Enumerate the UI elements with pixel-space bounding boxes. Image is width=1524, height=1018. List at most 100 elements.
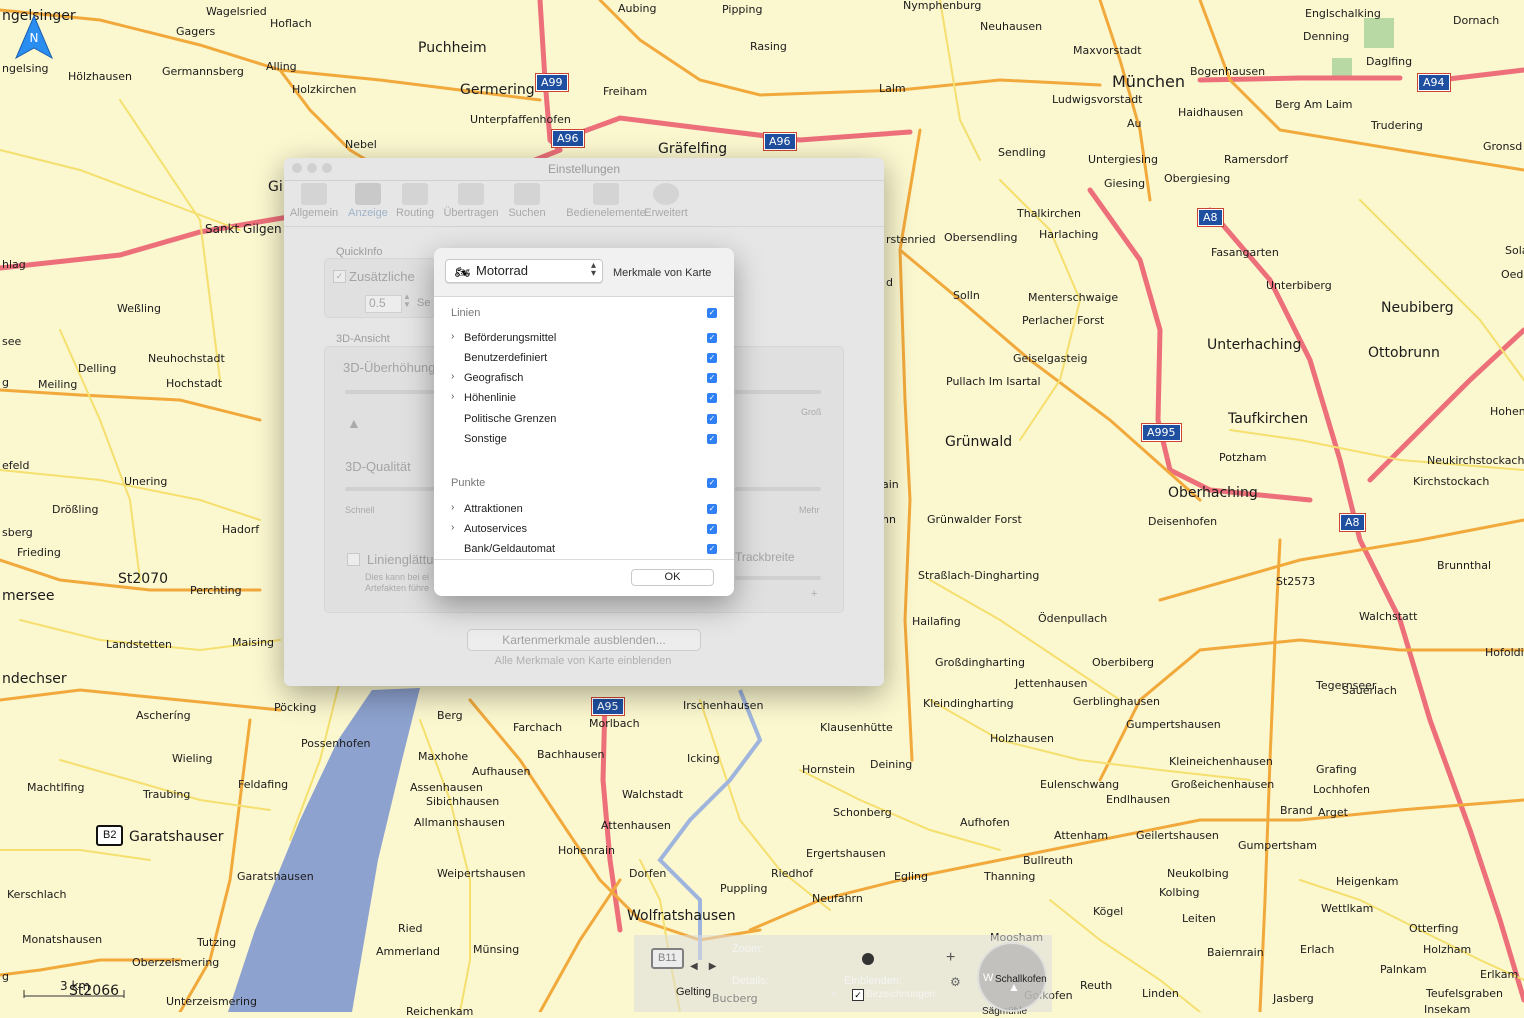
stepper-icon[interactable]: ▲ ▼ — [403, 293, 411, 309]
place-label: d — [886, 276, 893, 289]
feature-row[interactable]: › Beförderungsmittel ✓ — [434, 328, 734, 348]
place-label: Berg Am Laim — [1275, 98, 1353, 111]
controls-icon — [593, 183, 619, 205]
feature-row[interactable]: Benutzerdefiniert ✓ — [434, 348, 734, 368]
quality-max-label: Mehr — [799, 505, 820, 515]
place-label: Lochhofen — [1313, 783, 1370, 796]
place-label: mersee — [2, 588, 55, 604]
disclosure-chevron-icon[interactable]: › — [451, 331, 454, 342]
disclosure-chevron-icon[interactable]: › — [451, 522, 454, 533]
place-label: Oberzeismering — [132, 956, 220, 969]
feature-row[interactable]: Sonstige ✓ — [434, 429, 734, 449]
disclosure-chevron-icon[interactable]: › — [451, 371, 454, 382]
compass-control[interactable]: W Schallkofen ▲ — [977, 942, 1047, 1012]
quality-min-label: Schnell — [345, 505, 375, 515]
feature-row[interactable]: › Geografisch ✓ — [434, 368, 734, 388]
names-checkbox[interactable]: ✓ — [852, 989, 864, 1001]
feature-row[interactable]: › Attraktionen ✓ — [434, 499, 734, 519]
north-arrow-icon[interactable]: N — [14, 14, 54, 65]
profile-select[interactable]: 🏍 Motorrad ▴ ▾ — [445, 259, 603, 283]
feature-checkbox[interactable]: ✓ — [707, 434, 717, 444]
overhead-slider[interactable] — [345, 390, 435, 394]
quickinfo-delay-input[interactable]: 0.5 — [365, 295, 402, 313]
feature-checkbox[interactable]: ✓ — [707, 478, 717, 488]
place-label: Otterfing — [1409, 922, 1459, 935]
ok-button[interactable]: OK — [631, 569, 714, 586]
place-label: Geiselgasteig — [1013, 352, 1088, 365]
trackwidth-slider[interactable] — [735, 576, 821, 580]
feature-checkbox[interactable]: ✓ — [707, 524, 717, 534]
feature-row[interactable]: Politische Grenzen ✓ — [434, 409, 734, 429]
plus-small-icon[interactable]: + — [830, 987, 837, 1001]
settings-toolbar: Allgemein Anzeige Routing Übertragen Suc… — [284, 180, 884, 227]
zoom-in-icon[interactable]: + — [946, 949, 955, 967]
feature-group-row[interactable]: Punkte ✓ — [434, 473, 734, 493]
place-label: Assenhausen — [410, 781, 483, 794]
place-label: Neuhausen — [980, 20, 1043, 33]
overhead-label: 3D-Überhöhung — [343, 360, 436, 375]
place-label: Possenhofen — [301, 737, 371, 750]
feature-checkbox[interactable]: ✓ — [707, 414, 717, 424]
place-label: Alling — [266, 60, 297, 73]
gear-small-icon[interactable]: ⚙ — [950, 975, 961, 989]
feature-label: Linien — [451, 307, 481, 319]
compass-west: W — [983, 972, 994, 984]
place-label: Weßling — [117, 302, 161, 315]
place-label: Erlach — [1300, 943, 1335, 956]
feature-row[interactable]: › Autoservices ✓ — [434, 519, 734, 539]
zoom-slider-knob[interactable] — [862, 953, 874, 965]
tab-controls[interactable]: Bedienelemente — [566, 180, 646, 219]
place-label: Pullach Im Isartal — [946, 375, 1041, 388]
place-label: Palnkam — [1380, 963, 1427, 976]
place-label: Oberbiberg — [1092, 656, 1155, 669]
feature-checkbox[interactable]: ✓ — [707, 333, 717, 343]
pan-arrows-icon[interactable]: ◀ ▶ — [690, 961, 717, 972]
view3d-section: 3D-Ansicht — [336, 333, 390, 345]
settings-title: Einstellungen — [547, 162, 621, 176]
feature-group-row[interactable]: Linien ✓ — [434, 303, 734, 323]
place-label: Großeichenhausen — [1171, 778, 1275, 791]
feature-row[interactable]: Bank/Geldautomat ✓ — [434, 539, 734, 557]
mountain-icon: ▲ — [347, 415, 361, 431]
quickinfo-checkbox[interactable]: ✓ — [333, 270, 346, 283]
place-label: Bogenhausen — [1190, 65, 1266, 78]
place-label: Jettenhausen — [1015, 677, 1088, 690]
place-label: Traubing — [143, 788, 191, 801]
feature-checkbox[interactable]: ✓ — [707, 504, 717, 514]
feature-checkbox[interactable]: ✓ — [707, 393, 717, 403]
place-label: Garatshauser — [129, 829, 224, 845]
show-all-link[interactable]: Alle Merkmale von Karte einblenden — [467, 655, 699, 667]
place-label: Machtlfing — [27, 781, 85, 794]
place-label: Ammerland — [376, 945, 440, 958]
tab-routing[interactable]: Routing — [385, 180, 445, 219]
tab-general[interactable]: Allgemein — [284, 180, 344, 219]
tab-search[interactable]: Suchen — [497, 180, 557, 219]
feature-list[interactable]: Linien ✓ › Beförderungsmittel ✓ Benutzerdefin… — [434, 297, 734, 557]
place-label: Bullreuth — [1023, 854, 1073, 867]
place-label: efeld — [2, 459, 30, 472]
place-label: Denning — [1303, 30, 1350, 43]
place-label: Lalm — [879, 82, 906, 95]
tab-transfer[interactable]: Übertragen — [441, 180, 501, 219]
plus-icon: + — [811, 588, 818, 600]
feature-checkbox[interactable]: ✓ — [707, 373, 717, 383]
smoothing-checkbox[interactable] — [347, 553, 360, 566]
feature-checkbox[interactable]: ✓ — [707, 544, 717, 554]
place-label: Obersendling — [944, 231, 1018, 244]
dialog-header: 🏍 Motorrad ▴ ▾ Merkmale von Karte — [434, 248, 734, 297]
feature-checkbox[interactable]: ✓ — [707, 308, 717, 318]
general-icon — [301, 183, 327, 205]
place-label: Klausenhütte — [820, 721, 893, 734]
feature-row[interactable]: › Höhenlinie ✓ — [434, 388, 734, 408]
place-label: Sendling — [998, 146, 1046, 159]
disclosure-chevron-icon[interactable]: › — [451, 391, 454, 402]
quality-slider[interactable] — [345, 487, 435, 491]
dialog-header-label: Merkmale von Karte — [613, 267, 712, 279]
tab-advanced[interactable]: Erweitert — [636, 180, 696, 219]
disclosure-chevron-icon[interactable]: › — [451, 502, 454, 513]
place-label: Aufhausen — [472, 765, 531, 778]
smoothing-note-1: Dies kann bei ei — [365, 572, 430, 582]
hide-features-button[interactable]: Kartenmerkmale ausblenden... — [467, 629, 701, 651]
feature-checkbox[interactable]: ✓ — [707, 353, 717, 363]
place-label: St2573 — [1276, 575, 1316, 588]
